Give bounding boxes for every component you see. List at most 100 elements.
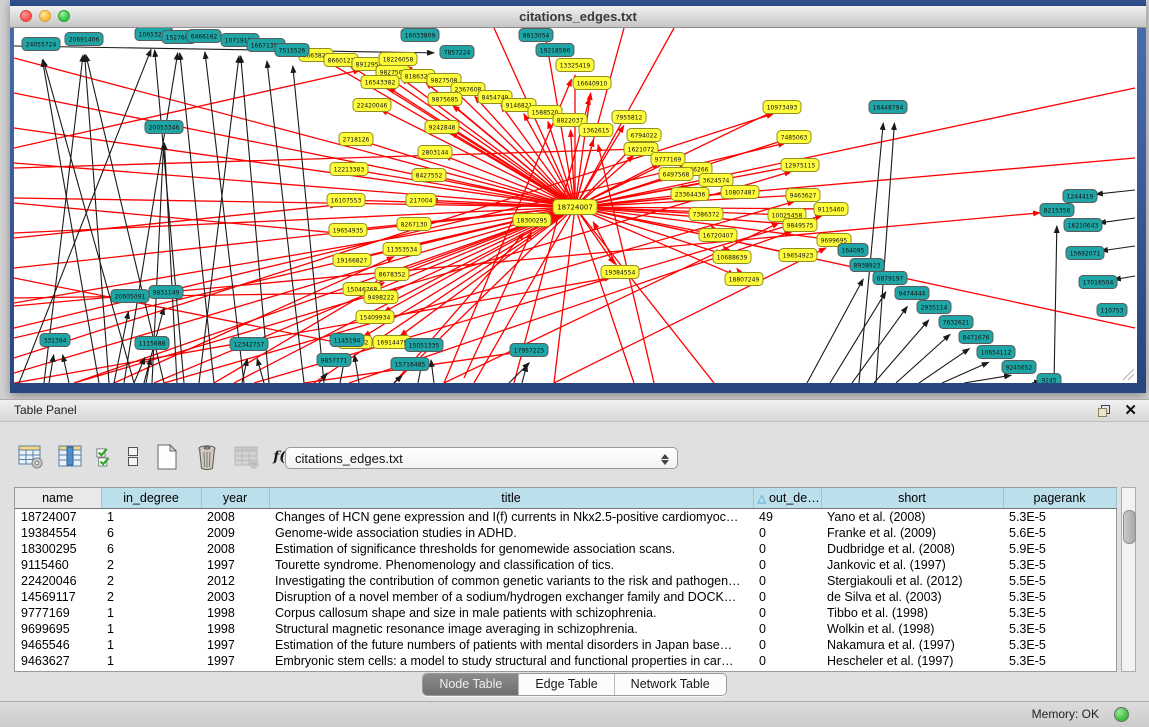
- table-cell[interactable]: 9465546: [15, 637, 101, 653]
- table-row[interactable]: 1938455462009Genome-wide association stu…: [15, 525, 1116, 541]
- table-scrollbar[interactable]: [1121, 487, 1136, 672]
- network-node[interactable]: 1145194: [330, 334, 364, 347]
- table-row[interactable]: 1456911722003Disruption of a novel membe…: [15, 589, 1116, 605]
- table-cell[interactable]: 5.3E-5: [1003, 621, 1116, 637]
- table-cell[interactable]: 2: [101, 573, 201, 589]
- table-cell[interactable]: Jankovic et al. (1997): [821, 557, 1003, 573]
- table-cell[interactable]: 9777169: [15, 605, 101, 621]
- table-cell[interactable]: Corpus callosum shape and size in male p…: [269, 605, 753, 621]
- network-node[interactable]: 16543382: [361, 76, 399, 89]
- table-cell[interactable]: 1997: [201, 557, 269, 573]
- network-node[interactable]: 2803144: [418, 146, 452, 159]
- network-canvas[interactable]: 7663822866012389129541822605898275031654…: [14, 28, 1137, 383]
- table-cell[interactable]: 9699695: [15, 621, 101, 637]
- table-cell[interactable]: 5.3E-5: [1003, 637, 1116, 653]
- column-header-pagerank[interactable]: pagerank: [1003, 488, 1116, 509]
- table-row[interactable]: 977716911998Corpus callosum shape and si…: [15, 605, 1116, 621]
- network-node[interactable]: 9242848: [425, 121, 459, 134]
- network-node[interactable]: 16107553: [327, 194, 365, 207]
- column-header-in_degree[interactable]: in_degree: [101, 488, 201, 509]
- network-node[interactable]: 9115460: [814, 203, 848, 216]
- table-cell[interactable]: Embryonic stem cells: a model to study s…: [269, 653, 753, 669]
- table-row[interactable]: 1872400712008Changes of HCN gene express…: [15, 509, 1116, 526]
- network-node[interactable]: 6466162: [187, 30, 221, 43]
- network-node[interactable]: 11353534: [383, 243, 421, 256]
- network-node[interactable]: 7857224: [440, 46, 474, 59]
- network-node[interactable]: 8215358: [1040, 204, 1074, 217]
- network-node[interactable]: 15716485: [391, 358, 429, 371]
- table-cell[interactable]: Investigating the contribution of common…: [269, 573, 753, 589]
- window-titlebar[interactable]: citations_edges.txt: [10, 6, 1146, 28]
- network-node[interactable]: 10688639: [713, 251, 751, 264]
- show-column-icon[interactable]: [56, 441, 86, 473]
- table-cell[interactable]: 1997: [201, 637, 269, 653]
- network-node[interactable]: 18724007: [553, 200, 597, 215]
- minimize-window-button[interactable]: [39, 10, 51, 22]
- new-table-icon[interactable]: [152, 441, 182, 473]
- table-cell[interactable]: 0: [753, 653, 821, 669]
- network-node[interactable]: 7955812: [612, 111, 646, 124]
- network-node[interactable]: 18807249: [725, 273, 763, 286]
- table-cell[interactable]: Yano et al. (2008): [821, 509, 1003, 526]
- network-node[interactable]: 7515526: [275, 44, 309, 57]
- table-cell[interactable]: 2012: [201, 573, 269, 589]
- table-cell[interactable]: 0: [753, 605, 821, 621]
- network-node[interactable]: 12975115: [781, 159, 819, 172]
- table-cell[interactable]: 5.3E-5: [1003, 653, 1116, 669]
- table-cell[interactable]: 2003: [201, 589, 269, 605]
- table-cell[interactable]: Genome-wide association studies in ADHD.: [269, 525, 753, 541]
- table-cell[interactable]: 22420046: [15, 573, 101, 589]
- network-node[interactable]: 16640910: [573, 77, 611, 90]
- network-node[interactable]: 7485063: [777, 131, 811, 144]
- network-node[interactable]: 9831149: [149, 286, 183, 299]
- table-cell[interactable]: 1997: [201, 653, 269, 669]
- network-node[interactable]: 10973493: [763, 101, 801, 114]
- table-cell[interactable]: 0: [753, 637, 821, 653]
- close-window-button[interactable]: [20, 10, 32, 22]
- resize-grip-icon[interactable]: [1119, 367, 1135, 381]
- table-cell[interactable]: Stergiakouli et al. (2012): [821, 573, 1003, 589]
- network-node[interactable]: 17016504: [1079, 276, 1117, 289]
- table-cell[interactable]: 1: [101, 653, 201, 669]
- network-node[interactable]: 8471676: [959, 331, 993, 344]
- network-node[interactable]: 10807487: [721, 186, 759, 199]
- network-node[interactable]: 9474444: [895, 287, 929, 300]
- table-cell[interactable]: 2: [101, 557, 201, 573]
- row-height-icon[interactable]: [124, 441, 142, 473]
- table-cell[interactable]: 5.5E-5: [1003, 573, 1116, 589]
- close-panel-icon[interactable]: ✕: [1124, 400, 1137, 421]
- network-node[interactable]: 164095: [838, 244, 868, 257]
- network-node[interactable]: 15692071: [1066, 247, 1104, 260]
- table-cell[interactable]: Changes of HCN gene expression and I(f) …: [269, 509, 753, 526]
- table-cell[interactable]: 5.9E-5: [1003, 541, 1116, 557]
- table-cell[interactable]: 5.3E-5: [1003, 605, 1116, 621]
- network-node[interactable]: 15409934: [356, 311, 394, 324]
- network-node[interactable]: 19166827: [333, 254, 371, 267]
- network-node[interactable]: 7632621: [939, 316, 973, 329]
- tab-node-table[interactable]: Node Table: [423, 674, 519, 695]
- table-row[interactable]: 969969511998Structural magnetic resonanc…: [15, 621, 1116, 637]
- network-node[interactable]: 9498222: [364, 291, 398, 304]
- network-node[interactable]: 12342757: [230, 338, 268, 351]
- network-node[interactable]: 17957225: [510, 344, 548, 357]
- network-node[interactable]: 9245652: [1002, 361, 1036, 374]
- table-cell[interactable]: 5.3E-5: [1003, 557, 1116, 573]
- table-cell[interactable]: 6: [101, 525, 201, 541]
- network-node[interactable]: 9849575: [783, 219, 817, 232]
- table-cell[interactable]: 9463627: [15, 653, 101, 669]
- network-node[interactable]: 19218586: [536, 44, 574, 57]
- table-cell[interactable]: 18300295: [15, 541, 101, 557]
- network-node[interactable]: 10654112: [977, 346, 1015, 359]
- float-panel-icon[interactable]: [1097, 404, 1112, 418]
- network-node[interactable]: 9463627: [786, 189, 820, 202]
- column-header-title[interactable]: title: [269, 488, 753, 509]
- table-cell[interactable]: 1998: [201, 605, 269, 621]
- table-cell[interactable]: 1: [101, 637, 201, 653]
- selection-mode-icon[interactable]: [96, 441, 114, 473]
- network-node[interactable]: 217004: [406, 194, 436, 207]
- table-cell[interactable]: 18724007: [15, 509, 101, 526]
- scrollbar-thumb[interactable]: [1123, 510, 1136, 544]
- table-cell[interactable]: Tibbo et al. (1998): [821, 605, 1003, 621]
- network-node[interactable]: 15051335: [405, 339, 443, 352]
- network-node[interactable]: 1362615: [579, 124, 613, 137]
